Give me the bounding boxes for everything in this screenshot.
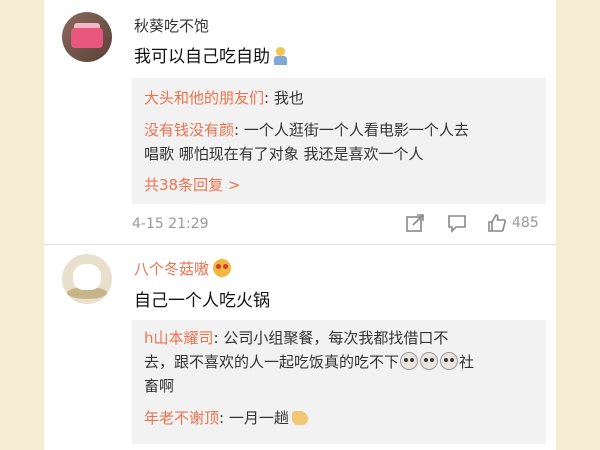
username[interactable]: 八个冬菇嗷 [134,258,232,279]
like-count: 485 [512,215,539,231]
avatar[interactable] [62,254,112,304]
divider [44,244,556,245]
comment-icon[interactable] [446,212,468,234]
username[interactable]: 秋葵吃不饱 [134,15,209,36]
dizzy-face-emoji-icon [213,259,232,277]
avatar-cake [71,28,103,48]
action-bar: 485 [44,212,556,236]
reply-username[interactable]: 年老不谢顶 [144,409,219,427]
reply-item-continued: 畜啊 [144,377,175,395]
comment-text: 我可以自己吃自助 [134,42,287,67]
reply-username[interactable]: h山本耀司 [144,329,214,347]
share-icon[interactable] [404,212,426,234]
face-emoji-icon [400,352,419,370]
like-icon[interactable] [486,212,508,234]
hand-emoji-icon [291,411,308,425]
face-emoji-icon [420,352,439,370]
person-emoji-icon [273,47,287,65]
reply-username[interactable]: 没有钱没有颜 [144,121,234,139]
face-emoji-icon [440,352,459,370]
more-replies-link[interactable]: 共38条回复 > [144,174,240,195]
reply-box[interactable]: h山本耀司: 公司小组聚餐，每次我都找借口不 去，跟不喜欢的人一起吃饭真的吃不下… [132,320,546,444]
reply-item-continued: 去，跟不喜欢的人一起吃饭真的吃不下社 [144,352,475,371]
reply-item: h山本耀司: 公司小组聚餐，每次我都找借口不 [144,329,449,347]
comment-list: 秋葵吃不饱 我可以自己吃自助 大头和他的朋友们: 我也 没有钱没有颜: 一个人逛… [44,0,556,450]
reply-box[interactable]: 大头和他的朋友们: 我也 没有钱没有颜: 一个人逛街一个人看电影一个人去 唱歌 … [132,78,546,204]
avatar[interactable] [62,12,112,62]
avatar-cat [73,264,101,290]
reply-item: 没有钱没有颜: 一个人逛街一个人看电影一个人去 [144,121,469,139]
reply-item-continued: 唱歌 哪怕现在有了对象 我还是喜欢一个人 [144,145,424,163]
reply-item: 年老不谢顶: 一月一趟 [144,408,308,428]
reply-username[interactable]: 大头和他的朋友们 [144,89,264,107]
reply-item: 大头和他的朋友们: 我也 [144,89,304,107]
comment-text: 自己一个人吃火锅 [134,291,270,311]
